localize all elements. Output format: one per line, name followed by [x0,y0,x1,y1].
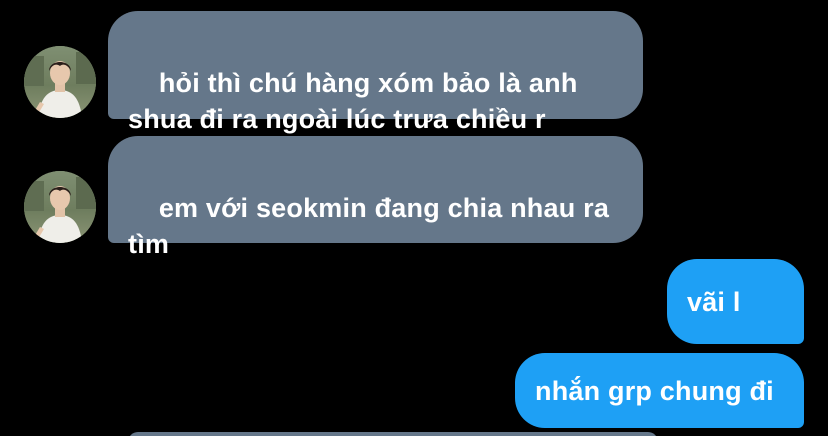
message-text: nhắn grp chung đi [535,375,774,406]
outgoing-message-bubble[interactable]: vãi l [667,259,804,387]
outgoing-message-bubble[interactable]: nhắn grp chung đi [515,353,804,428]
incoming-message-bubble[interactable]: em với seokmin đang chia nhau ra tìm [108,136,643,259]
contact-photo [24,171,96,243]
contact-photo [24,46,96,118]
incoming-message-bubble-partial [128,432,658,436]
contact-avatar[interactable] [24,171,96,243]
message-text: em với seokmin đang chia nhau ra tìm [128,193,610,259]
incoming-message-bubble[interactable]: hỏi thì chú hàng xóm bảo là anh shua đi … [108,11,643,134]
slightly-smiling-face-icon [749,288,777,387]
message-text: vãi l [687,286,741,317]
message-text: hỏi thì chú hàng xóm bảo là anh shua đi … [128,68,578,134]
contact-avatar[interactable] [24,46,96,118]
